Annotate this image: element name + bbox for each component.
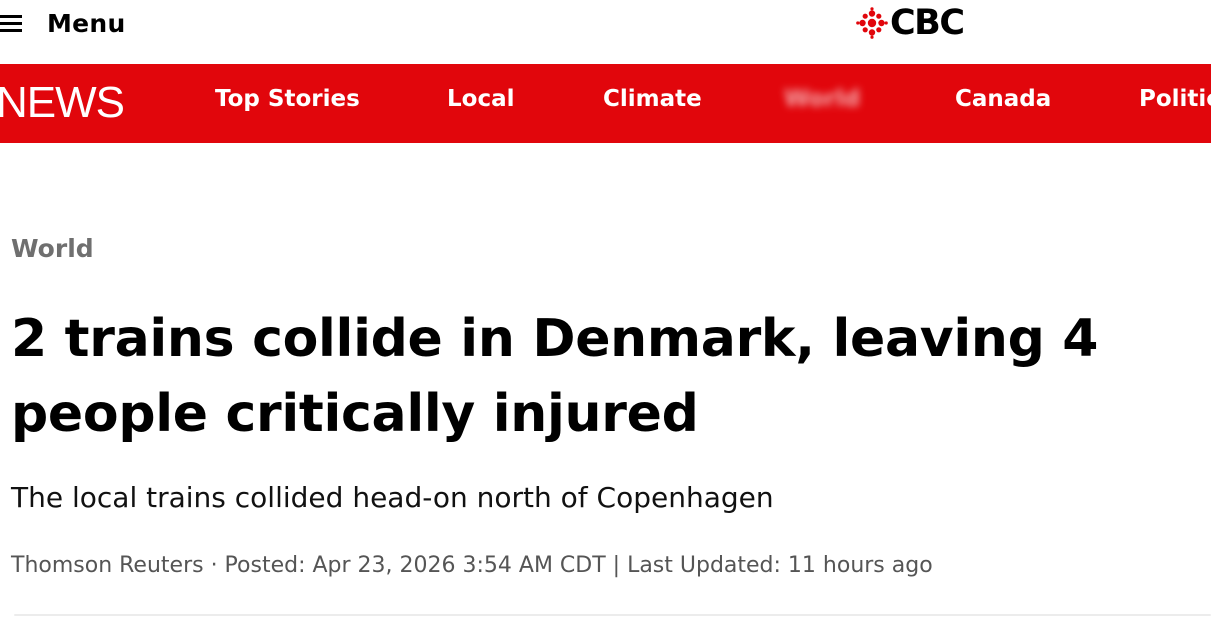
nav-item-climate[interactable]: Climate — [603, 86, 702, 112]
menu-label: Menu — [47, 8, 126, 38]
nav-item-local[interactable]: Local — [447, 86, 515, 112]
cbc-logo[interactable]: CBC — [856, 3, 965, 43]
hamburger-icon — [0, 14, 22, 32]
article-deck: The local trains collided head-on north … — [11, 481, 774, 514]
article-headline: 2 trains collide in Denmark, leaving 4 pe… — [11, 302, 1161, 452]
logo-text: CBC — [890, 3, 965, 43]
menu-button[interactable]: Menu — [0, 4, 126, 42]
headline-line-2: people critically injured — [11, 384, 699, 444]
nav-item-canada[interactable]: Canada — [955, 86, 1051, 112]
top-bar: Menu CBC — [0, 0, 1211, 64]
cbc-gem-icon — [856, 7, 888, 39]
content-divider — [14, 614, 1211, 616]
headline-line-1: 2 trains collide in Denmark, leaving 4 — [11, 309, 1099, 369]
nav-item-top-stories[interactable]: Top Stories — [215, 86, 360, 112]
nav-item-politics[interactable]: Politics — [1139, 86, 1211, 112]
news-brand[interactable]: NEWS — [0, 78, 125, 128]
article-byline: Thomson Reuters · Posted: Apr 23, 2026 3… — [11, 553, 933, 578]
nav-item-world[interactable]: World — [784, 86, 860, 112]
news-nav-bar: NEWS Top Stories Local Climate World Can… — [0, 64, 1211, 143]
section-label[interactable]: World — [11, 234, 94, 263]
